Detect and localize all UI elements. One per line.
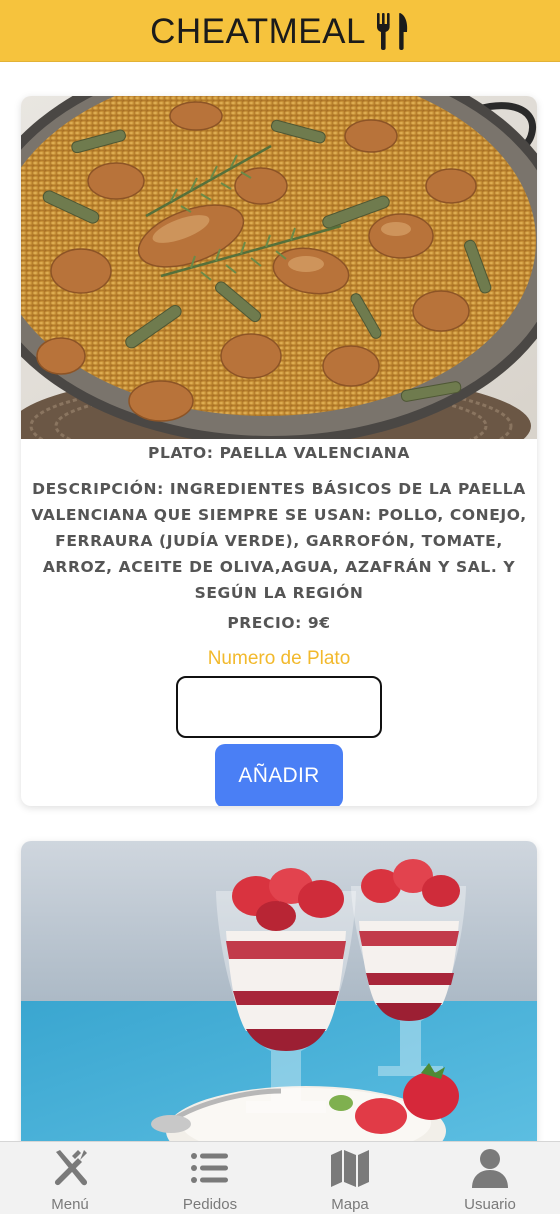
strawberry-dessert-photo — [21, 841, 537, 1141]
bottom-tab-bar: Menú Pedidos Mapa Usuario — [0, 1141, 560, 1220]
fork-knife-icon — [376, 12, 408, 50]
app-header: CHEATMEAL — [0, 0, 560, 62]
tab-user[interactable]: Usuario — [420, 1142, 560, 1220]
menu-list[interactable]: PLATO: PAELLA VALENCIANA DESCRIPCIÓN: IN… — [0, 63, 560, 1141]
dish-name: PLATO: PAELLA VALENCIANA — [148, 444, 410, 462]
map-icon — [331, 1150, 369, 1187]
user-icon — [472, 1149, 508, 1188]
tab-label: Menú — [51, 1196, 89, 1213]
tab-map[interactable]: Mapa — [280, 1142, 420, 1220]
fork-knife-cross-icon — [54, 1150, 88, 1186]
tab-label: Pedidos — [182, 1196, 238, 1213]
tab-label: Mapa — [331, 1196, 369, 1213]
dish-description: DESCRIPCIÓN: INGREDIENTES BÁSICOS DE LA … — [31, 480, 527, 602]
dish-number-input[interactable] — [176, 676, 382, 738]
dessert-image — [21, 841, 537, 1141]
paella-photo — [21, 96, 537, 439]
home-indicator-area — [0, 1214, 560, 1220]
paella-image — [21, 96, 537, 439]
dish-card: PLATO: PAELLA VALENCIANA DESCRIPCIÓN: IN… — [21, 96, 537, 806]
app-title: CHEATMEAL — [150, 11, 366, 51]
add-button[interactable]: AÑADIR — [215, 744, 343, 806]
tab-label: Usuario — [464, 1196, 516, 1213]
dish-card — [21, 841, 537, 1141]
list-icon — [191, 1153, 228, 1183]
tab-orders[interactable]: Pedidos — [140, 1142, 280, 1220]
dish-price: PRECIO: 9€ — [227, 614, 331, 632]
app-root: CHEATMEAL PLATO: PAELLA VALENCIANA DESCR… — [0, 0, 560, 1220]
dish-number-label: Numero de Plato — [207, 648, 351, 669]
tab-menu[interactable]: Menú — [0, 1142, 140, 1220]
